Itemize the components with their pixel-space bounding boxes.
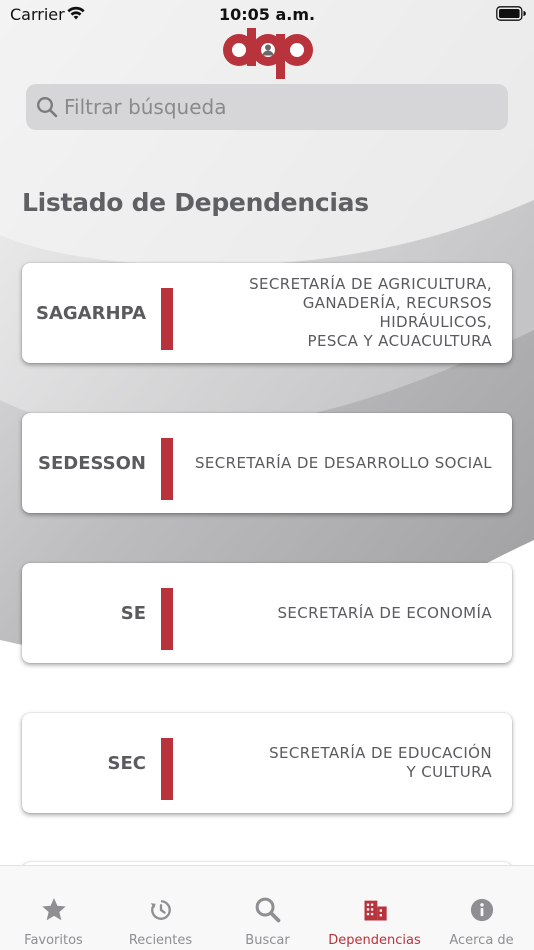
info-icon — [470, 898, 493, 922]
clock-time: 10:05 a.m. — [218, 5, 316, 24]
dependency-name: SECRETARÍA DE ECONOMÍA — [277, 603, 492, 622]
dependency-name: SECRETARÍA DE AGRICULTURA, GANADERÍA, RE… — [249, 275, 492, 350]
dependency-card-sagarhpa[interactable]: SAGARHPA SECRETARÍA DE AGRICULTURA, GANA… — [22, 263, 512, 363]
dependency-card-sedesson[interactable]: SEDESSON SECRETARÍA DE DESARROLLO SOCIAL — [22, 413, 512, 513]
dependency-abbr: SAGARHPA — [36, 302, 146, 324]
tab-bar: Favoritos Recientes Buscar Dependencias … — [0, 865, 534, 950]
tab-buscar[interactable]: Buscar — [214, 866, 321, 950]
dependency-name: SECRETARÍA DE EDUCACIÓN Y CULTURA — [269, 744, 492, 781]
search-box[interactable] — [26, 84, 508, 130]
tab-label: Dependencias — [328, 933, 421, 948]
page-title: Listado de Dependencias — [22, 188, 369, 217]
tab-dependencias[interactable]: Dependencias — [321, 866, 428, 950]
building-icon — [364, 900, 387, 921]
tab-label: Favoritos — [24, 933, 83, 948]
clock-icon — [150, 900, 171, 920]
tab-recientes[interactable]: Recientes — [107, 866, 214, 950]
tab-acerca-de[interactable]: Acerca de — [428, 866, 534, 950]
search-icon — [37, 97, 58, 118]
dependency-abbr: SE — [120, 602, 146, 624]
dependency-card-sec[interactable]: SEC SECRETARÍA DE EDUCACIÓN Y CULTURA — [22, 713, 512, 813]
dgp-logo — [223, 28, 313, 79]
battery-icon — [496, 6, 526, 21]
accent-bar — [161, 438, 173, 500]
search-icon — [255, 897, 280, 923]
accent-bar — [161, 288, 173, 350]
tab-label: Recientes — [128, 933, 193, 948]
search-input[interactable] — [64, 84, 494, 130]
tab-label: Buscar — [245, 933, 290, 948]
dependency-name: SECRETARÍA DE DESARROLLO SOCIAL — [194, 453, 492, 472]
accent-bar — [161, 738, 173, 800]
dependency-abbr: SEDESSON — [38, 452, 146, 474]
star-icon — [41, 898, 66, 921]
dependency-card-se[interactable]: SE SECRETARÍA DE ECONOMÍA — [22, 563, 512, 663]
accent-bar — [161, 588, 173, 650]
dependency-abbr: SEC — [107, 752, 146, 774]
tab-label: Acerca de — [449, 933, 514, 948]
tab-favoritos[interactable]: Favoritos — [0, 866, 107, 950]
